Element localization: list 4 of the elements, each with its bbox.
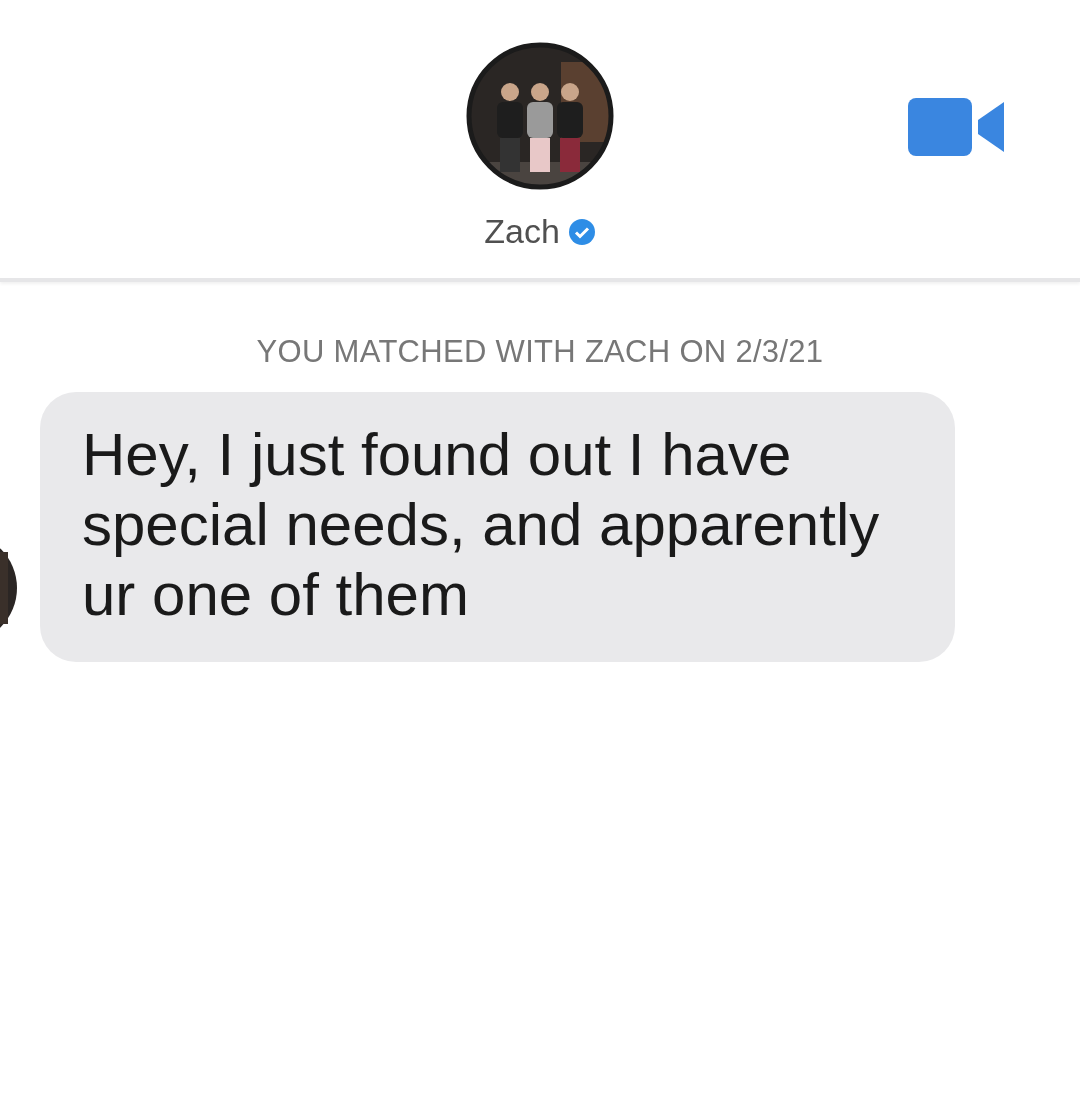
- match-notice: YOU MATCHED WITH ZACH ON 2/3/21: [255, 334, 825, 370]
- contact-name: Zach: [484, 212, 560, 251]
- message-bubble: Hey, I just found out I have special needs, and apparently ur one of them: [40, 392, 955, 662]
- verified-badge-icon: [567, 217, 596, 246]
